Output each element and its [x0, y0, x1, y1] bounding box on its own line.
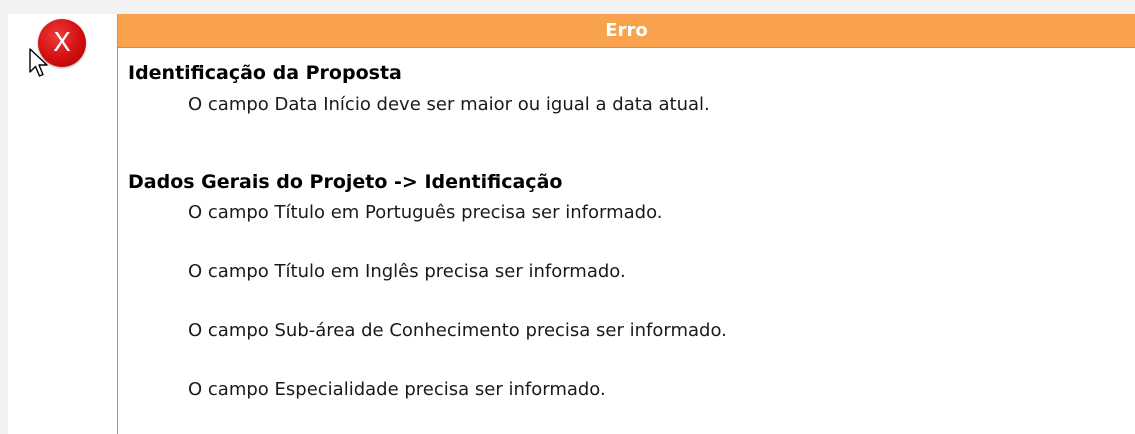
error-message: O campo Data Início deve ser maior ou ig…: [188, 94, 710, 115]
left-gutter: [0, 0, 8, 434]
section-title: Dados Gerais do Projeto -> Identificação: [128, 171, 563, 193]
error-message: O campo Especialidade precisa ser inform…: [188, 379, 606, 400]
section-title: Identificação da Proposta: [128, 62, 402, 84]
dialog-title-bar: Erro: [118, 14, 1135, 48]
error-list: Identificação da Proposta O campo Data I…: [118, 58, 1135, 405]
error-message: O campo Título em Português precisa ser …: [188, 202, 663, 223]
error-dialog: Erro Identificação da Proposta O campo D…: [117, 14, 1135, 434]
icon-panel: [8, 14, 117, 434]
mouse-pointer-icon: [29, 48, 48, 77]
error-message: O campo Sub-área de Conhecimento precisa…: [188, 320, 727, 341]
top-strip: [0, 0, 1135, 14]
error-message: O campo Título em Inglês precisa ser inf…: [188, 261, 626, 282]
page: X Erro Identificação da Proposta O campo…: [0, 0, 1135, 434]
